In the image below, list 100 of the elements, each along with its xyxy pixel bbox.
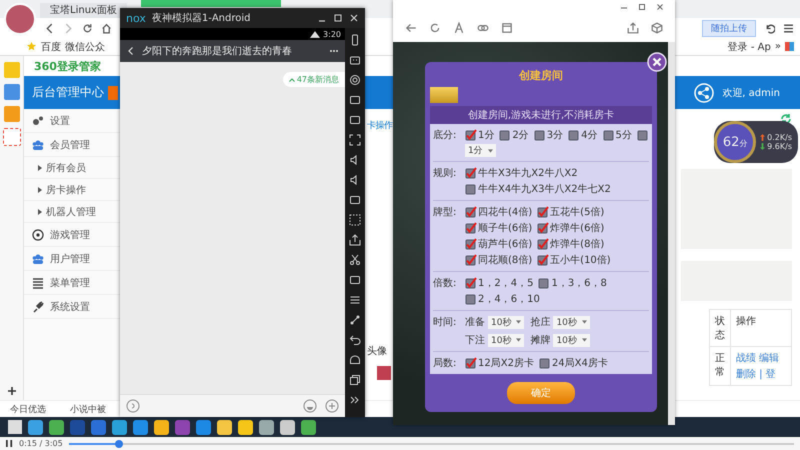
- upload-button[interactable]: 随拍上传: [702, 20, 756, 36]
- checkbox[interactable]: [465, 222, 477, 234]
- option-label: 12局X2房卡: [478, 356, 534, 370]
- caret-icon: [516, 338, 522, 342]
- checkbox[interactable]: [499, 129, 512, 141]
- checkbox[interactable]: [465, 254, 477, 266]
- checkbox[interactable]: [465, 183, 477, 195]
- dropdown[interactable]: 10秒: [488, 316, 524, 328]
- checkbox[interactable]: [465, 206, 477, 218]
- window-icon[interactable]: [349, 374, 361, 386]
- checkbox[interactable]: [537, 206, 550, 218]
- back-icon[interactable]: [44, 22, 55, 34]
- maximize-icon[interactable]: [637, 2, 647, 12]
- taskbar-app-icon[interactable]: [259, 420, 274, 434]
- cube-icon[interactable]: [651, 22, 663, 34]
- folder-icon[interactable]: [349, 194, 361, 206]
- taskbar-app-icon[interactable]: [280, 420, 295, 434]
- refresh-icon[interactable]: [82, 22, 93, 34]
- expand-icon[interactable]: [349, 134, 361, 146]
- share-icon[interactable]: [627, 22, 639, 34]
- undo-icon[interactable]: [764, 22, 775, 34]
- scissors-icon[interactable]: [349, 254, 361, 266]
- back-icon[interactable]: [349, 334, 361, 346]
- chevron-icon[interactable]: [349, 394, 361, 406]
- action-link[interactable]: 删除 | 登: [736, 367, 776, 381]
- checkbox[interactable]: [537, 254, 550, 266]
- bookmark-link[interactable]: 登录 - Ap: [728, 40, 771, 54]
- link-icon[interactable]: [349, 314, 361, 326]
- taskbar-app-icon[interactable]: [196, 420, 211, 434]
- caret-icon: [38, 164, 42, 170]
- bookmark-link[interactable]: 微信公众: [65, 40, 105, 54]
- taskbar-app-icon[interactable]: [133, 420, 148, 434]
- refresh-icon[interactable]: [780, 113, 792, 125]
- action-link[interactable]: 战绩: [736, 351, 756, 365]
- welcome-user-menu[interactable]: 欢迎, admin: [722, 86, 780, 100]
- news-link[interactable]: 小说中被: [70, 402, 106, 416]
- checkbox[interactable]: [568, 129, 580, 141]
- frame-icon[interactable]: [349, 114, 361, 126]
- close-icon[interactable]: [647, 52, 667, 72]
- news-link[interactable]: 今日优选: [10, 402, 46, 416]
- taskbar-app-icon[interactable]: [49, 420, 64, 434]
- dropdown[interactable]: 10秒: [553, 334, 590, 346]
- dropdown[interactable]: 10秒: [553, 316, 590, 328]
- checkbox[interactable]: [636, 129, 649, 141]
- screen-icon[interactable]: [349, 94, 361, 106]
- taskbar-app-icon[interactable]: [28, 420, 43, 434]
- dropdown[interactable]: 1分: [465, 144, 496, 157]
- breadcrumb-link[interactable]: 卡操作: [367, 119, 395, 132]
- checkbox[interactable]: [602, 129, 614, 141]
- close-icon[interactable]: [349, 13, 359, 23]
- layout-icon[interactable]: [349, 274, 361, 286]
- network-speed-widget[interactable]: 62分 0.2K/s 9.6K/s: [714, 121, 798, 163]
- caret-icon: [582, 338, 587, 342]
- upload-icon[interactable]: [349, 234, 361, 246]
- section-label: 倍数:: [433, 276, 458, 291]
- add-icon[interactable]: [6, 386, 16, 396]
- checkbox[interactable]: [465, 167, 477, 179]
- checkbox[interactable]: [538, 357, 551, 369]
- maximize-icon[interactable]: [333, 13, 343, 23]
- dots-icon[interactable]: [349, 214, 361, 226]
- action-link[interactable]: 编辑: [759, 351, 779, 365]
- news-icon[interactable]: [4, 84, 20, 100]
- target-icon[interactable]: [349, 74, 361, 86]
- plug-icon: [32, 300, 44, 312]
- taskbar-app-icon[interactable]: [217, 420, 232, 434]
- robot-icon[interactable]: [349, 54, 361, 66]
- option-label: 同花顺(8倍): [478, 254, 532, 267]
- back-icon[interactable]: [126, 46, 136, 56]
- pause-icon[interactable]: [6, 439, 13, 448]
- voice-icon[interactable]: [126, 399, 140, 413]
- start-icon[interactable]: [8, 420, 22, 434]
- checkbox[interactable]: [537, 222, 550, 234]
- home-icon[interactable]: [349, 354, 361, 366]
- checkbox[interactable]: [465, 238, 477, 250]
- checkbox[interactable]: [465, 129, 477, 141]
- browser-tab[interactable]: 宝塔Linux面板: [40, 3, 127, 18]
- taskbar-app-icon[interactable]: [238, 420, 253, 434]
- checkbox[interactable]: [537, 238, 550, 250]
- checkbox[interactable]: [465, 357, 477, 369]
- dropdown[interactable]: 10秒: [488, 334, 524, 346]
- checkbox[interactable]: [465, 293, 477, 305]
- menu-icon[interactable]: [783, 22, 794, 34]
- taskbar-app-icon[interactable]: [112, 420, 127, 434]
- home-icon[interactable]: [101, 22, 112, 34]
- checkbox[interactable]: [534, 129, 546, 141]
- phone-icon[interactable]: [349, 34, 361, 46]
- taskbar-app-icon[interactable]: [154, 420, 169, 434]
- star-icon[interactable]: [26, 41, 37, 52]
- bookmark-link[interactable]: 百度: [41, 40, 61, 54]
- checkbox[interactable]: [538, 277, 550, 289]
- bookmark-link[interactable]: »: [774, 41, 781, 52]
- timer-label: 下注: [465, 334, 485, 347]
- score-label: 62分: [722, 134, 748, 150]
- font-icon[interactable]: [453, 22, 465, 34]
- profile-avatar[interactable]: [4, 3, 36, 35]
- emoji-icon[interactable]: [303, 399, 317, 413]
- menu-icon[interactable]: [349, 294, 361, 306]
- checkbox[interactable]: [465, 277, 477, 289]
- scrollbar[interactable]: [668, 42, 675, 425]
- taskbar-app-icon[interactable]: [301, 420, 316, 434]
